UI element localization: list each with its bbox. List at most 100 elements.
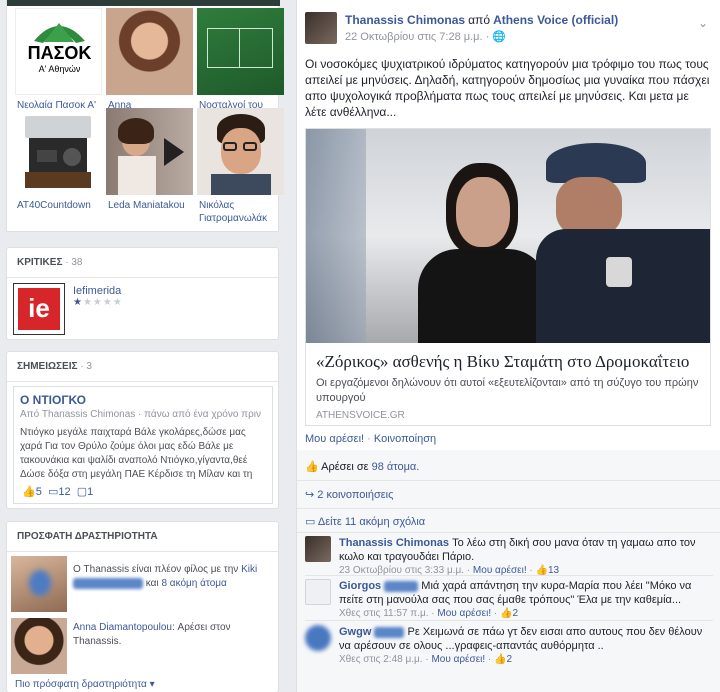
divider bbox=[305, 620, 713, 621]
activity-header: ΠΡΟΣΦΑΤΗ ΔΡΑΣΤΗΡΙΟΤΗΤΑ bbox=[7, 522, 278, 552]
activity-text: και bbox=[145, 578, 159, 589]
redacted-name bbox=[73, 577, 143, 589]
activity-avatar-2[interactable] bbox=[11, 618, 67, 674]
more-activity-link[interactable]: Πιο πρόσφατη δραστηριότητα ▾ bbox=[15, 679, 155, 690]
top-strip bbox=[7, 0, 280, 6]
chevron-down-icon[interactable]: ⌄ bbox=[698, 16, 708, 30]
share-button[interactable]: Κοινοποίηση bbox=[374, 433, 436, 445]
comment-meta: Χθες στις 11:57 π.μ. · Μου αρέσει! · 👍2 bbox=[339, 608, 519, 619]
comment-like-button[interactable]: Μου αρέσει! bbox=[437, 608, 491, 619]
photos-grid: ΠΑΣΟΚ Α' Αθηνών Νεολαία Πασοκ Α' Αθήνα..… bbox=[6, 0, 284, 232]
comment: Thanassis Chimonas Το λέω στη δική σου μ… bbox=[305, 536, 715, 578]
like-icon: 👍 bbox=[305, 461, 319, 473]
like-icon: 👍 bbox=[494, 654, 507, 665]
note-line: Ντιόγκο μεγάλε παιχταρά Βάλε γκολάρες,δώ… bbox=[20, 427, 246, 438]
link-image bbox=[306, 129, 710, 343]
post-time[interactable]: 22 Οκτωβρίου στις 7:28 μ.μ. bbox=[345, 31, 483, 43]
likes-summary: 👍 Αρέσει σε 98 άτομα. bbox=[305, 460, 419, 473]
comment: Giorgos Μιά χαρά απάντηση την κυρα-Μαρία… bbox=[305, 579, 715, 621]
comment-time[interactable]: Χθες στις 11:57 π.μ. bbox=[339, 608, 429, 619]
activity-person-name[interactable]: Anna Diamantopoulou bbox=[73, 622, 172, 633]
commenter-avatar[interactable] bbox=[305, 579, 331, 605]
activity-panel: ΠΡΟΣΦΑΤΗ ΔΡΑΣΤΗΡΙΟΤΗΤΑ Ο Thanassis είναι… bbox=[6, 521, 279, 692]
comment-like-button[interactable]: Μου αρέσει! bbox=[431, 654, 485, 665]
photo-caption[interactable]: AT40Countdown bbox=[15, 199, 102, 212]
shares-count[interactable]: 2 κοινοποιήσεις bbox=[317, 489, 393, 501]
note-comments[interactable]: 12 bbox=[58, 486, 70, 498]
commenter-avatar[interactable] bbox=[305, 536, 331, 562]
activity-more-people[interactable]: 8 ακόμη άτομα bbox=[161, 578, 226, 589]
reviews-header: ΚΡΙΤΙΚΕΣ · 38 bbox=[7, 248, 278, 278]
arrow-icon bbox=[164, 138, 184, 166]
photo-caption[interactable]: Νικόλας Γιατρομανωλάκ bbox=[197, 199, 284, 225]
note-likes[interactable]: 5 bbox=[36, 486, 42, 498]
iefimerida-logo[interactable]: ie bbox=[13, 283, 65, 335]
photo-caption[interactable]: Leda Maniatakou bbox=[106, 199, 193, 212]
like-button[interactable]: Μου αρέσει! bbox=[305, 433, 364, 445]
link-domain: ATHENSVOICE.GR bbox=[316, 410, 405, 421]
post-text: Οι νοσοκόμες ψυχιατρικού ιδρύματος κατηγ… bbox=[305, 57, 710, 119]
leda-photo bbox=[106, 108, 193, 195]
note-excerpt: Ντιόγκο μεγάλε παιχταρά Βάλε γκολάρες,δώ… bbox=[20, 426, 266, 482]
shares-summary[interactable]: ↪ 2 κοινοποιήσεις bbox=[305, 488, 393, 501]
activity-item-2: Anna Diamantopoulou: Αρέσει στον Thanass… bbox=[73, 621, 273, 649]
review-item-name[interactable]: Iefimerida bbox=[73, 285, 123, 297]
comment-likes-count[interactable]: 2 bbox=[512, 608, 518, 619]
post-time-row: 22 Οκτωβρίου στις 7:28 μ.μ. · 🌐 bbox=[345, 31, 507, 43]
commenter-name[interactable]: Thanassis Chimonas bbox=[339, 537, 449, 549]
activity-item-1: Ο Thanassis είναι πλέον φίλος με την Kik… bbox=[73, 563, 273, 591]
reviews-panel: ΚΡΙΤΙΚΕΣ · 38 ie Iefimerida ★★★★★ bbox=[6, 247, 279, 340]
divider bbox=[305, 575, 713, 576]
link-title[interactable]: «Ζόρικος» ασθενής η Βίκυ Σταμάτη στο Δρο… bbox=[306, 343, 710, 372]
comment-icon: ▭ bbox=[305, 516, 316, 528]
post-card: Thanassis Chimonas από Athens Voice (off… bbox=[296, 0, 720, 692]
comment-likes-count[interactable]: 2 bbox=[507, 654, 513, 665]
note-meta: Από Thanassis Chimonas · πάνω από ένα χρ… bbox=[20, 409, 261, 420]
like-icon: 👍 bbox=[22, 486, 36, 498]
comment-meta: Χθες στις 2:48 μ.μ. · Μου αρέσει! · 👍2 bbox=[339, 654, 513, 665]
post-page[interactable]: Athens Voice (official) bbox=[493, 13, 618, 27]
anna-photo bbox=[106, 8, 193, 95]
likes-count-link[interactable]: 98 άτομα. bbox=[372, 461, 420, 473]
comment-time[interactable]: Χθες στις 2:48 μ.μ. bbox=[339, 654, 423, 665]
globe-icon: 🌐 bbox=[492, 31, 507, 43]
subbuteo-photo bbox=[197, 8, 284, 95]
commenter-avatar[interactable] bbox=[305, 625, 331, 651]
author-avatar[interactable] bbox=[305, 12, 337, 44]
note-title[interactable]: Ο ΝΤΙΟΓΚΟ bbox=[20, 393, 266, 407]
note-stats: 👍5 ▭12 ▢1 bbox=[22, 485, 93, 498]
reviews-count: 38 bbox=[71, 257, 83, 268]
more-activity-label[interactable]: Πιο πρόσφατη δραστηριότητα bbox=[15, 679, 147, 690]
share-icon: ↪ bbox=[305, 489, 315, 501]
record-player-photo bbox=[15, 108, 102, 195]
likes-prefix: Αρέσει σε bbox=[321, 461, 369, 473]
divider bbox=[297, 508, 720, 509]
view-more-comments[interactable]: ▭ Δείτε 11 ακόμη σχόλια bbox=[305, 515, 425, 528]
chevron-down-icon: ▾ bbox=[149, 679, 155, 690]
comment: Gwgw Ρε Χειμωνά σε πάω γτ δεν εισαι απο … bbox=[305, 625, 715, 667]
link-description: Οι εργαζόμενοι δηλώνουν ότι αυτοί «εξευτ… bbox=[316, 377, 699, 404]
note-line: τακουνάκια και ψαλίδι αναπολό Ντιόγκο,γί… bbox=[20, 455, 248, 466]
photo-tile-at40[interactable]: AT40Countdown bbox=[15, 108, 102, 212]
note-card[interactable]: Ο ΝΤΙΟΓΚΟ Από Thanassis Chimonas · πάνω … bbox=[13, 386, 273, 504]
feedback-area: 👍 Αρέσει σε 98 άτομα. ↪ 2 κοινοποιήσεις … bbox=[297, 450, 720, 692]
left-column: ΠΑΣΟΚ Α' Αθηνών Νεολαία Πασοκ Α' Αθήνα..… bbox=[0, 0, 288, 692]
pasok-logo-sub: Α' Αθηνών bbox=[38, 64, 81, 74]
more-comments-label[interactable]: Δείτε 11 ακόμη σχόλια bbox=[318, 516, 425, 528]
note-shares[interactable]: 1 bbox=[87, 486, 93, 498]
photo-tile-nikolas[interactable]: Νικόλας Γιατρομανωλάκ bbox=[197, 108, 284, 225]
redacted-name bbox=[384, 580, 419, 592]
post-author[interactable]: Thanassis Chimonas bbox=[345, 13, 465, 27]
activity-avatar-1[interactable] bbox=[11, 556, 67, 612]
notes-title: ΣΗΜΕΙΩΣΕΙΣ bbox=[17, 361, 78, 372]
activity-friend-name[interactable]: Kiki bbox=[241, 564, 257, 575]
redacted-name bbox=[374, 626, 405, 638]
link-preview[interactable]: «Ζόρικος» ασθενής η Βίκυ Σταμάτη στο Δρο… bbox=[305, 128, 711, 426]
reviews-title: ΚΡΙΤΙΚΕΣ bbox=[17, 257, 63, 268]
post-actions: Μου αρέσει! · Κοινοποίηση bbox=[305, 433, 437, 445]
photo-tile-leda[interactable]: Leda Maniatakou bbox=[106, 108, 193, 212]
commenter-name[interactable]: Gwgw bbox=[339, 626, 371, 638]
commenter-name[interactable]: Giorgos bbox=[339, 580, 381, 592]
notes-count: 3 bbox=[86, 361, 92, 372]
post-from-word: από bbox=[468, 13, 490, 27]
